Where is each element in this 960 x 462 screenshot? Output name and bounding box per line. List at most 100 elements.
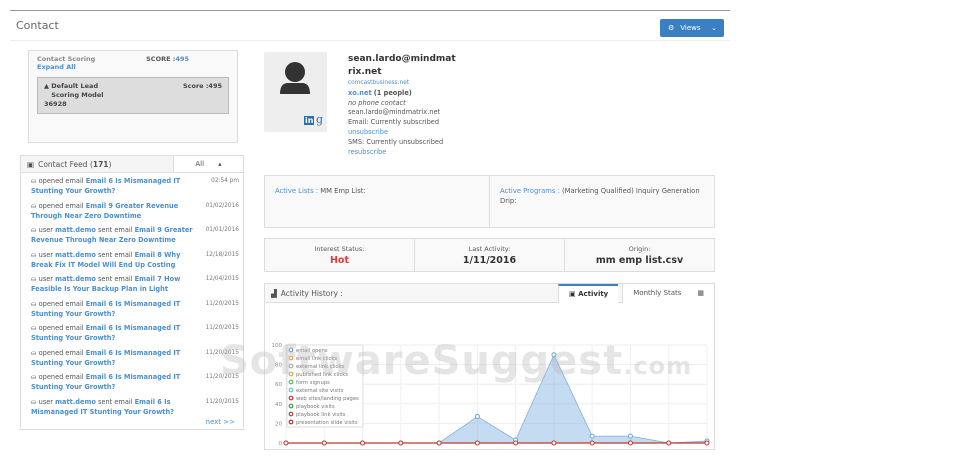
email-icon: ⛀ — [31, 226, 37, 234]
email-icon: ⛀ — [31, 177, 37, 185]
email-icon: ⛀ — [31, 324, 37, 332]
interest-status: Interest Status: Hot — [314, 245, 365, 266]
resubscribe-link[interactable]: resubscribe — [348, 148, 458, 158]
avatar: in g — [264, 52, 327, 132]
contact-feed: ▣ Contact Feed (171) All ▴ ⛀ opened email … — [20, 155, 244, 430]
legend-label: email opens — [296, 348, 328, 354]
feed-item: ⛀ opened email Email 6 Is Mismanaged IT … — [31, 177, 239, 195]
people-count: (1 people) — [373, 88, 412, 97]
email-icon: ⛀ — [31, 373, 37, 381]
email-icon: ⛀ — [31, 299, 37, 308]
legend-marker — [288, 371, 294, 377]
email-icon: ⛀ — [31, 348, 37, 357]
model-id: 36928 — [44, 100, 67, 108]
stats-panel: Interest Status: Hot Last Activity: 1/11/2… — [264, 238, 715, 272]
y-tick-label: 40 — [275, 402, 282, 408]
contact-email-title: sean.lardo@mindmatrix.net — [348, 54, 456, 77]
zero-series-point — [551, 440, 557, 446]
email-opens-point — [474, 414, 480, 420]
user-link[interactable]: matt.demo — [55, 226, 96, 234]
tab-monthly-stats[interactable]: Monthly Stats ▦ — [622, 283, 714, 303]
legend-marker — [288, 395, 294, 401]
user-link[interactable]: matt.demo — [55, 251, 96, 259]
feed-item: ⛀ opened email Email 6 Is Mismanaged IT … — [31, 373, 239, 391]
chevron-down-icon: ⌄ — [711, 24, 717, 32]
zero-series-point — [398, 440, 404, 446]
next-link[interactable]: next >> — [206, 418, 235, 426]
zero-series-point — [321, 440, 327, 446]
activity-history-panel: ▟ Activity History : ▣ Activity Monthly S… — [264, 283, 715, 456]
expand-all-link[interactable]: Expand All — [37, 63, 229, 71]
score-value: 495 — [175, 55, 189, 63]
top-divider — [10, 10, 730, 11]
feed-date: 11/20/2015 — [205, 398, 239, 405]
views-button[interactable]: ⚙ Views ⌄ — [660, 19, 724, 37]
email-icon: ⛀ — [31, 250, 37, 259]
feed-item: ⛀ user matt.demo sent email Email 9 Grea… — [31, 226, 239, 244]
legend-label: playbook visits — [296, 404, 335, 410]
y-tick-label: 100 — [272, 343, 283, 349]
feed-title: Contact Feed (171) — [38, 159, 112, 169]
legend-marker — [288, 355, 294, 361]
user-link[interactable]: matt.demo — [55, 275, 96, 283]
y-tick-label: 60 — [275, 382, 282, 388]
contact-scoring-panel: Contact Scoring SCORE :495 Expand All ▲ D… — [28, 50, 238, 143]
scoring-model[interactable]: ▲ Default Lead Scoring Model 36928 Score :… — [37, 77, 229, 114]
origin: Origin: mm emp list.csv — [564, 239, 714, 271]
feed-date: 12/04/2015 — [205, 276, 239, 282]
email-opens-point — [589, 433, 595, 439]
feed-filter-select[interactable]: All ▴ — [173, 156, 243, 172]
active-programs-link[interactable]: Active Programs : — [500, 187, 560, 195]
feed-date: 01/02/2016 — [205, 202, 239, 209]
model-name: Default Lead Scoring Model — [51, 82, 104, 99]
legend-marker — [288, 419, 294, 425]
bar-chart-icon: ▟ — [271, 288, 277, 298]
activity-title: Activity History : — [280, 288, 343, 298]
zero-series-point — [360, 440, 366, 446]
feed-item: ⛀ user matt.demo sent email Email 6 Is M… — [31, 397, 239, 416]
unsubscribe-link[interactable]: unsubscribe — [348, 128, 458, 138]
zero-series-point — [474, 440, 480, 446]
domain-link[interactable]: comcastbusiness.net — [348, 79, 458, 89]
activity-chart: 020406080100FebMarAprMayJunJulAugSepOctN… — [272, 343, 712, 456]
legend-marker — [288, 363, 294, 369]
tab-activity[interactable]: ▣ Activity — [558, 283, 619, 303]
score-label: SCORE : — [146, 55, 176, 63]
lists-panel: Active Lists : MM Emp List: Active Progr… — [264, 175, 715, 228]
legend-marker — [288, 403, 294, 409]
header-divider — [10, 40, 730, 41]
zero-series-point — [436, 440, 442, 446]
zero-series-point — [627, 440, 633, 446]
active-lists: MM Emp List: — [320, 187, 366, 195]
email-opens-point — [551, 352, 557, 358]
model-score: Score :495 — [182, 82, 222, 90]
user-link[interactable]: matt.demo — [55, 398, 96, 406]
email-icon: ⛀ — [31, 397, 37, 406]
feed-item: ⛀ opened email Email 6 Is Mismanaged IT … — [31, 348, 239, 367]
legend-marker — [288, 379, 294, 385]
scoring-label: Contact Scoring — [37, 55, 96, 63]
legend-label: external link clicks — [296, 364, 344, 370]
y-tick-label: 20 — [275, 421, 282, 427]
legend-marker — [288, 411, 294, 417]
active-lists-link[interactable]: Active Lists : — [275, 187, 318, 195]
feed-date: 11/20/2015 — [205, 300, 239, 307]
email-icon: ⛀ — [31, 275, 37, 283]
feed-item: ⛀ opened email Email 6 Is Mismanaged IT … — [31, 324, 239, 342]
email: sean.lardo@mindmatrix.net — [348, 108, 441, 117]
feed-item: ⛀ user matt.demo sent email Email 7 How … — [31, 275, 239, 293]
zero-series-point — [513, 440, 519, 446]
views-label: Views — [680, 24, 701, 32]
feed-date: 11/20/2015 — [205, 374, 239, 380]
gears-icon: ⚙ — [668, 24, 675, 32]
company-link[interactable]: xo.net — [348, 89, 372, 97]
google-icon[interactable]: g — [316, 113, 323, 126]
phone: no phone contact — [348, 98, 406, 107]
legend-marker — [288, 347, 294, 353]
zero-series-point — [704, 440, 710, 446]
legend-marker — [288, 387, 294, 393]
feed-date: 02:54 pm — [211, 178, 239, 184]
linkedin-icon[interactable]: in — [304, 116, 315, 125]
legend-label: form signups — [296, 380, 330, 386]
feed-item: ⛀ opened email Email 9 Greater Revenue T… — [31, 201, 239, 220]
